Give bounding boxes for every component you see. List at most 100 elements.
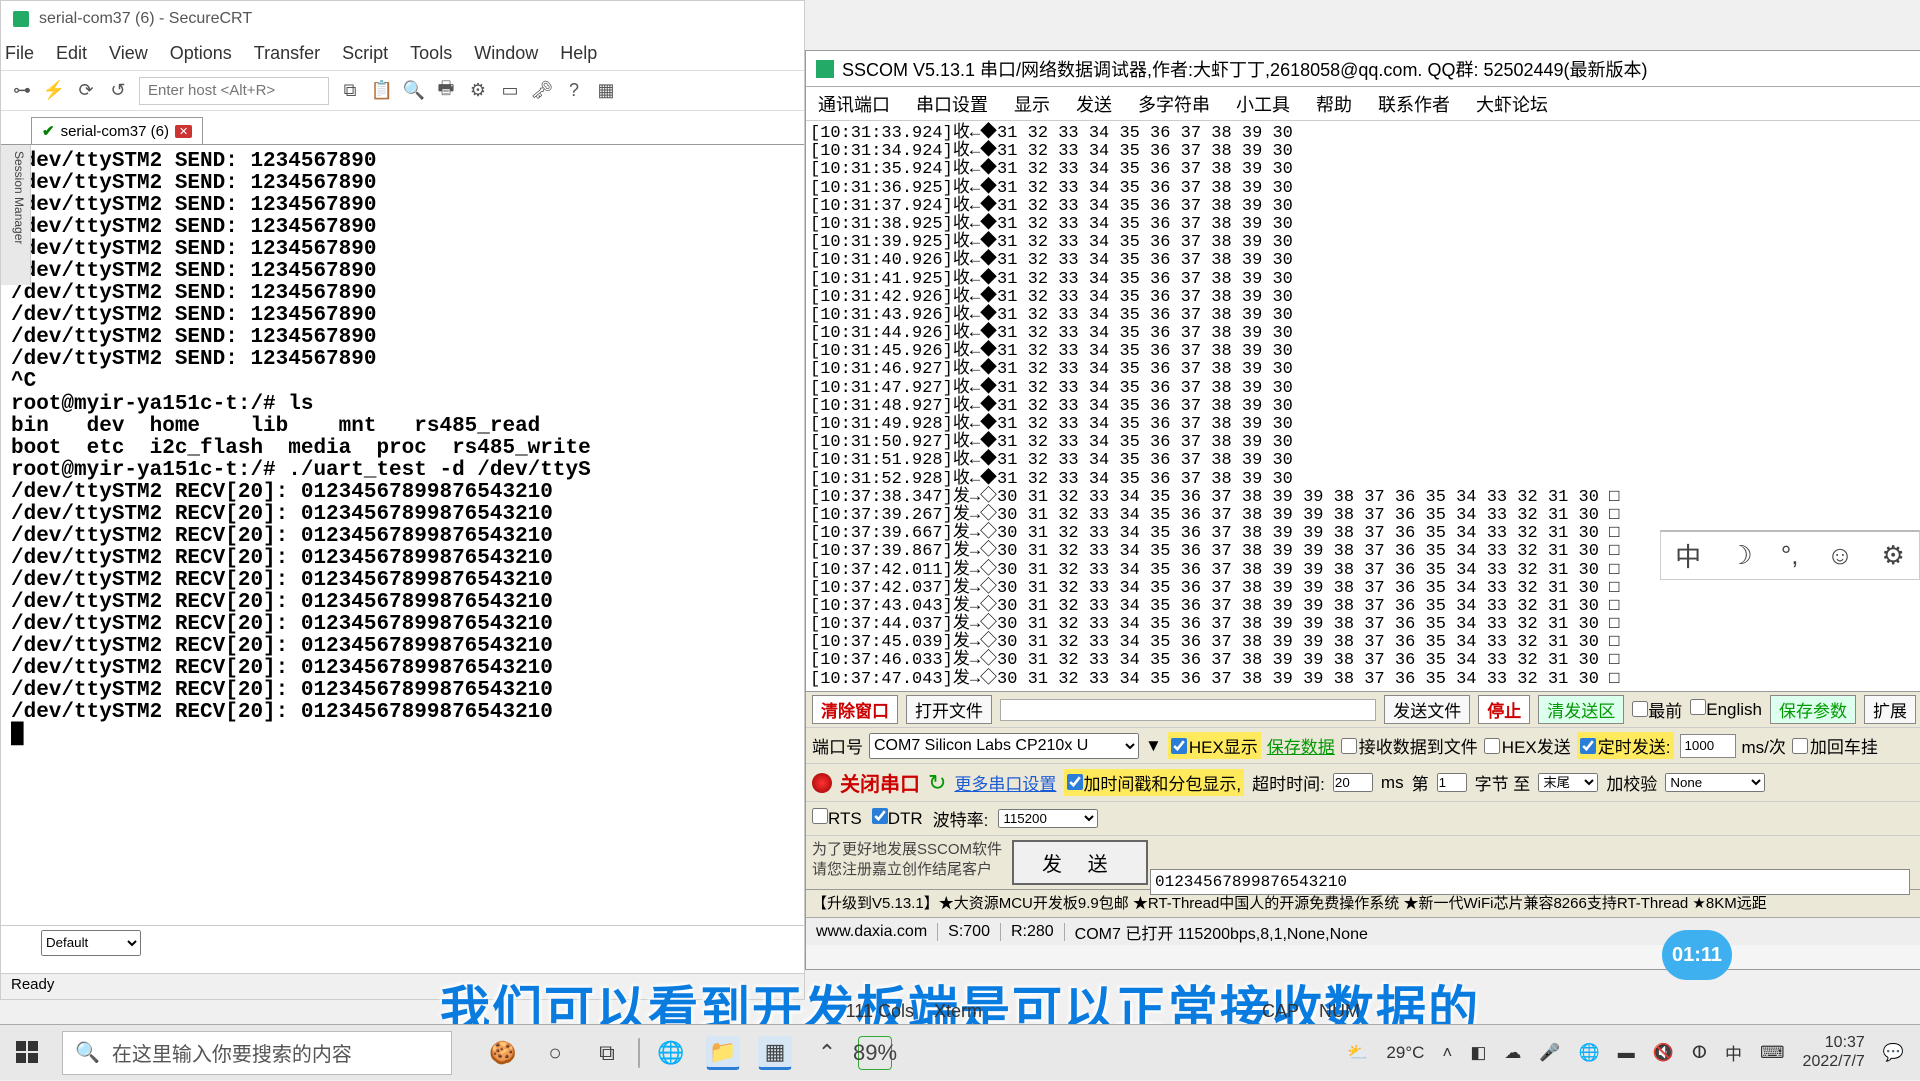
- bluetooth-icon[interactable]: ⵀ: [1692, 1043, 1707, 1063]
- session-manager-sidebar[interactable]: Session Manager: [1, 145, 31, 285]
- menu-script[interactable]: Script: [342, 43, 388, 64]
- menu-serial-settings[interactable]: 串口设置: [916, 91, 988, 117]
- task-more[interactable]: ⌃: [810, 1036, 844, 1070]
- refresh-icon[interactable]: ↻: [928, 770, 946, 796]
- disconnect-icon[interactable]: ↺: [107, 80, 129, 102]
- menu-send[interactable]: 发送: [1076, 91, 1112, 117]
- ime-cn-icon[interactable]: 中: [1675, 537, 1701, 574]
- terminal-output[interactable]: /dev/ttySTM2 SEND: 1234567890 /dev/ttyST…: [1, 145, 804, 895]
- hex-send-checkbox[interactable]: HEX发送: [1484, 733, 1571, 758]
- timeout-input[interactable]: [1333, 773, 1373, 792]
- notifications-icon[interactable]: 💬: [1883, 1043, 1904, 1063]
- port-select[interactable]: COM7 Silicon Labs CP210x U: [869, 733, 1139, 759]
- menu-edit[interactable]: Edit: [56, 43, 87, 64]
- task-sscom[interactable]: ▦: [758, 1036, 792, 1070]
- menu-help[interactable]: Help: [560, 43, 597, 64]
- battery-icon[interactable]: ▬: [1618, 1043, 1635, 1063]
- timed-interval-input[interactable]: [1680, 734, 1736, 758]
- dtr-checkbox[interactable]: DTR: [872, 808, 923, 829]
- menu-file[interactable]: File: [5, 43, 34, 64]
- more-serial-settings-link[interactable]: 更多串口设置: [954, 770, 1056, 795]
- key-icon[interactable]: 🗝: [531, 80, 553, 102]
- task-browser[interactable]: 🌐: [654, 1036, 688, 1070]
- clear-window-button[interactable]: 清除窗口: [812, 695, 898, 724]
- timed-send-checkbox[interactable]: 定时发送:: [1577, 732, 1674, 759]
- menu-multi-string[interactable]: 多字符串: [1138, 91, 1210, 117]
- ime-gear-icon[interactable]: ⚙: [1882, 540, 1905, 571]
- ime-toolbar[interactable]: 中 ☽ °, ☺ ⚙: [1660, 530, 1920, 580]
- volume-icon[interactable]: 🔇: [1653, 1043, 1674, 1063]
- menu-tools[interactable]: 小工具: [1236, 91, 1290, 117]
- status-url[interactable]: www.daxia.com: [806, 923, 938, 941]
- rts-checkbox[interactable]: RTS: [812, 808, 862, 829]
- menu-window[interactable]: Window: [474, 43, 538, 64]
- tray-expand-icon[interactable]: ˄: [1442, 1043, 1452, 1063]
- send-button[interactable]: 发 送: [1012, 840, 1148, 885]
- recv-to-file-checkbox[interactable]: 接收数据到文件: [1341, 733, 1478, 758]
- find-icon[interactable]: 🔍: [403, 80, 425, 102]
- close-port-button[interactable]: 关闭串口: [840, 768, 920, 797]
- tab-serial-com37[interactable]: ✔ serial-com37 (6) ✕: [31, 117, 203, 144]
- menu-comm-port[interactable]: 通讯端口: [818, 91, 890, 117]
- send-file-button[interactable]: 发送文件: [1384, 695, 1470, 724]
- start-button[interactable]: [0, 1025, 56, 1081]
- quick-connect-icon[interactable]: ⚡: [43, 80, 65, 102]
- host-input[interactable]: [139, 77, 329, 105]
- copy-icon[interactable]: ⧉: [339, 80, 361, 102]
- connect-icon[interactable]: ⊶: [11, 80, 33, 102]
- menu-options[interactable]: Options: [170, 43, 232, 64]
- end-select[interactable]: 末尾: [1538, 773, 1598, 792]
- stop-button[interactable]: 停止: [1478, 695, 1530, 724]
- tile-icon[interactable]: ▦: [595, 80, 617, 102]
- save-params-button[interactable]: 保存参数: [1770, 695, 1856, 724]
- securecrt-title-bar[interactable]: serial-com37 (6) - SecureCRT: [1, 1, 804, 37]
- ime-smile-icon[interactable]: ☺: [1827, 540, 1854, 571]
- menu-tools[interactable]: Tools: [410, 43, 452, 64]
- send-data-input[interactable]: [1150, 869, 1910, 895]
- settings-icon[interactable]: ⚙: [467, 80, 489, 102]
- help-icon[interactable]: ?: [563, 80, 585, 102]
- keyboard-icon[interactable]: ⌨: [1760, 1043, 1785, 1063]
- menu-display[interactable]: 显示: [1014, 91, 1050, 117]
- session-icon[interactable]: ▭: [499, 80, 521, 102]
- menu-forum[interactable]: 大虾论坛: [1476, 91, 1548, 117]
- timestamp-checkbox[interactable]: 加时间戳和分包显示,: [1064, 769, 1244, 796]
- scheme-select[interactable]: Default: [41, 930, 141, 956]
- record-icon[interactable]: [812, 773, 832, 793]
- clear-send-area-button[interactable]: 清发送区: [1538, 695, 1624, 724]
- add-cr-checkbox[interactable]: 加回车挂: [1792, 733, 1878, 758]
- menu-view[interactable]: View: [109, 43, 148, 64]
- menu-contact[interactable]: 联系作者: [1378, 91, 1450, 117]
- ime-punct-icon[interactable]: °,: [1781, 540, 1799, 571]
- file-path-field[interactable]: [1000, 699, 1376, 721]
- task-view[interactable]: ⧉: [590, 1036, 624, 1070]
- paste-icon[interactable]: 📋: [371, 80, 393, 102]
- save-data-button[interactable]: 保存数据: [1267, 733, 1335, 758]
- print-icon[interactable]: 🖶: [435, 80, 457, 102]
- english-checkbox[interactable]: English: [1690, 699, 1762, 720]
- task-cortana[interactable]: ○: [538, 1036, 572, 1070]
- menu-help[interactable]: 帮助: [1316, 91, 1352, 117]
- tray-app-icon[interactable]: ◧: [1470, 1043, 1486, 1063]
- onedrive-icon[interactable]: ☁: [1504, 1043, 1521, 1063]
- ime-moon-icon[interactable]: ☽: [1729, 540, 1752, 571]
- tab-close-icon[interactable]: ✕: [175, 125, 192, 138]
- topmost-checkbox[interactable]: 最前: [1632, 697, 1682, 722]
- ime-indicator[interactable]: 中: [1725, 1040, 1742, 1065]
- task-explorer[interactable]: 📁: [706, 1036, 740, 1070]
- weather-icon[interactable]: ⛅: [1347, 1043, 1368, 1063]
- nth-input[interactable]: [1437, 773, 1467, 792]
- baud-select[interactable]: 115200: [998, 809, 1098, 828]
- menu-transfer[interactable]: Transfer: [254, 43, 320, 64]
- open-file-button[interactable]: 打开文件: [906, 695, 992, 724]
- hex-display-checkbox[interactable]: HEX显示: [1168, 732, 1261, 759]
- taskbar-search[interactable]: 🔍 在这里输入你要搜索的内容: [62, 1031, 452, 1075]
- tray-clock[interactable]: 10:37 2022/7/7: [1803, 1034, 1865, 1071]
- reconnect-icon[interactable]: ⟳: [75, 80, 97, 102]
- sscom-log[interactable]: [10:31:33.924]收←◆31 32 33 34 35 36 37 38…: [806, 121, 1920, 691]
- mic-icon[interactable]: 🎤: [1539, 1043, 1560, 1063]
- network-icon[interactable]: 🌐: [1579, 1043, 1600, 1063]
- sscom-titlebar[interactable]: SSCOM V5.13.1 串口/网络数据调试器,作者:大虾丁丁,2618058…: [806, 51, 1920, 87]
- extend-button[interactable]: 扩展: [1864, 695, 1916, 724]
- task-app-1[interactable]: 🍪: [486, 1036, 520, 1070]
